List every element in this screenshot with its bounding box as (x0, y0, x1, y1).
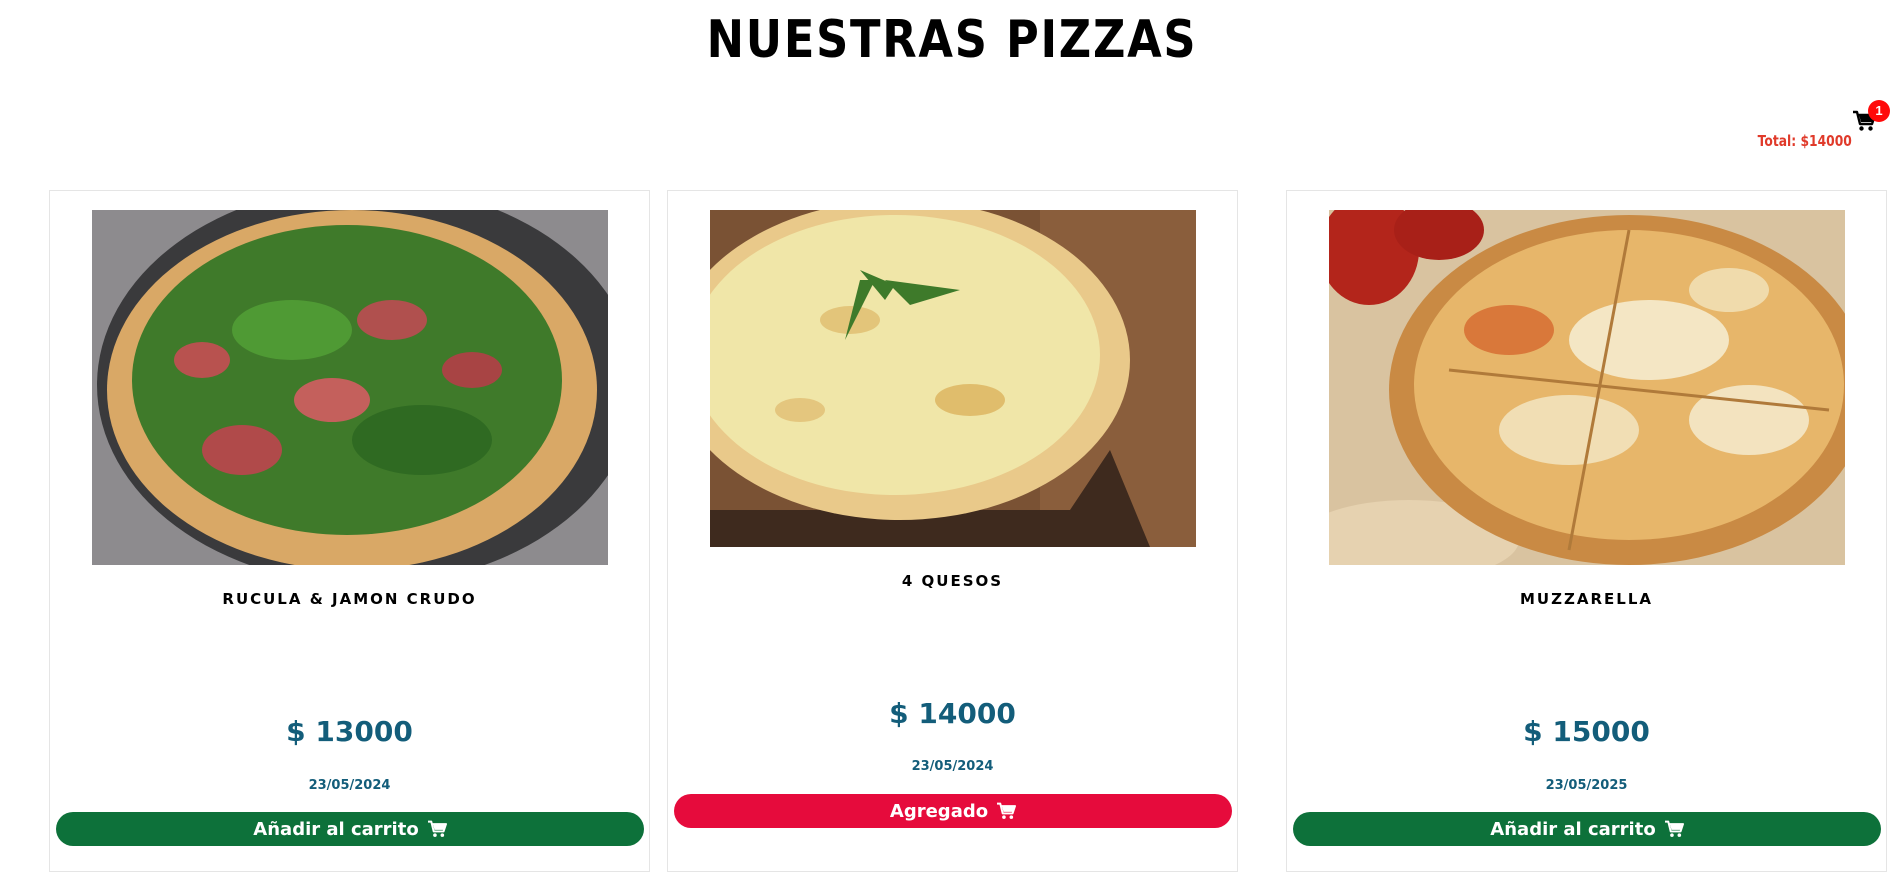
product-price: $ 15000 (1523, 715, 1650, 748)
pizza-4-quesos-image (710, 210, 1196, 547)
add-to-cart-button[interactable]: Añadir al carrito (56, 812, 644, 846)
product-name: 4 QUESOS (901, 572, 1004, 590)
shopping-cart-icon (996, 802, 1017, 820)
product-date: 23/05/2024 (308, 778, 391, 793)
pizza-rucula-jamon-image (92, 210, 608, 565)
shopping-cart-icon (1664, 820, 1684, 838)
add-to-cart-label: Añadir al carrito (1490, 818, 1656, 840)
product-price: $ 14000 (889, 697, 1016, 730)
added-to-cart-button[interactable]: Agregado (674, 794, 1232, 828)
shopping-cart-icon (427, 820, 447, 838)
page-title: NUESTRAS PIZZAS (706, 10, 1198, 70)
pizza-muzzarella-image (1329, 210, 1845, 565)
product-name: RUCULA & JAMON CRUDO (222, 590, 477, 608)
product-name: MUZZARELLA (1520, 590, 1653, 608)
add-to-cart-button[interactable]: Añadir al carrito (1293, 812, 1881, 846)
product-price: $ 13000 (286, 715, 413, 748)
added-label: Agregado (889, 800, 989, 822)
product-card: MUZZARELLA $ 15000 23/05/2025 Añadir al … (1286, 190, 1887, 872)
add-to-cart-label: Añadir al carrito (253, 818, 419, 840)
product-date: 23/05/2025 (1545, 778, 1628, 793)
product-date: 23/05/2024 (911, 759, 994, 774)
cart-total: Total: $14000 (1757, 132, 1852, 150)
product-card: 4 QUESOS $ 14000 23/05/2024 Agregado (667, 190, 1238, 872)
cart-count-badge: 1 (1868, 100, 1890, 122)
product-card: RUCULA & JAMON CRUDO $ 13000 23/05/2024 … (49, 190, 650, 872)
